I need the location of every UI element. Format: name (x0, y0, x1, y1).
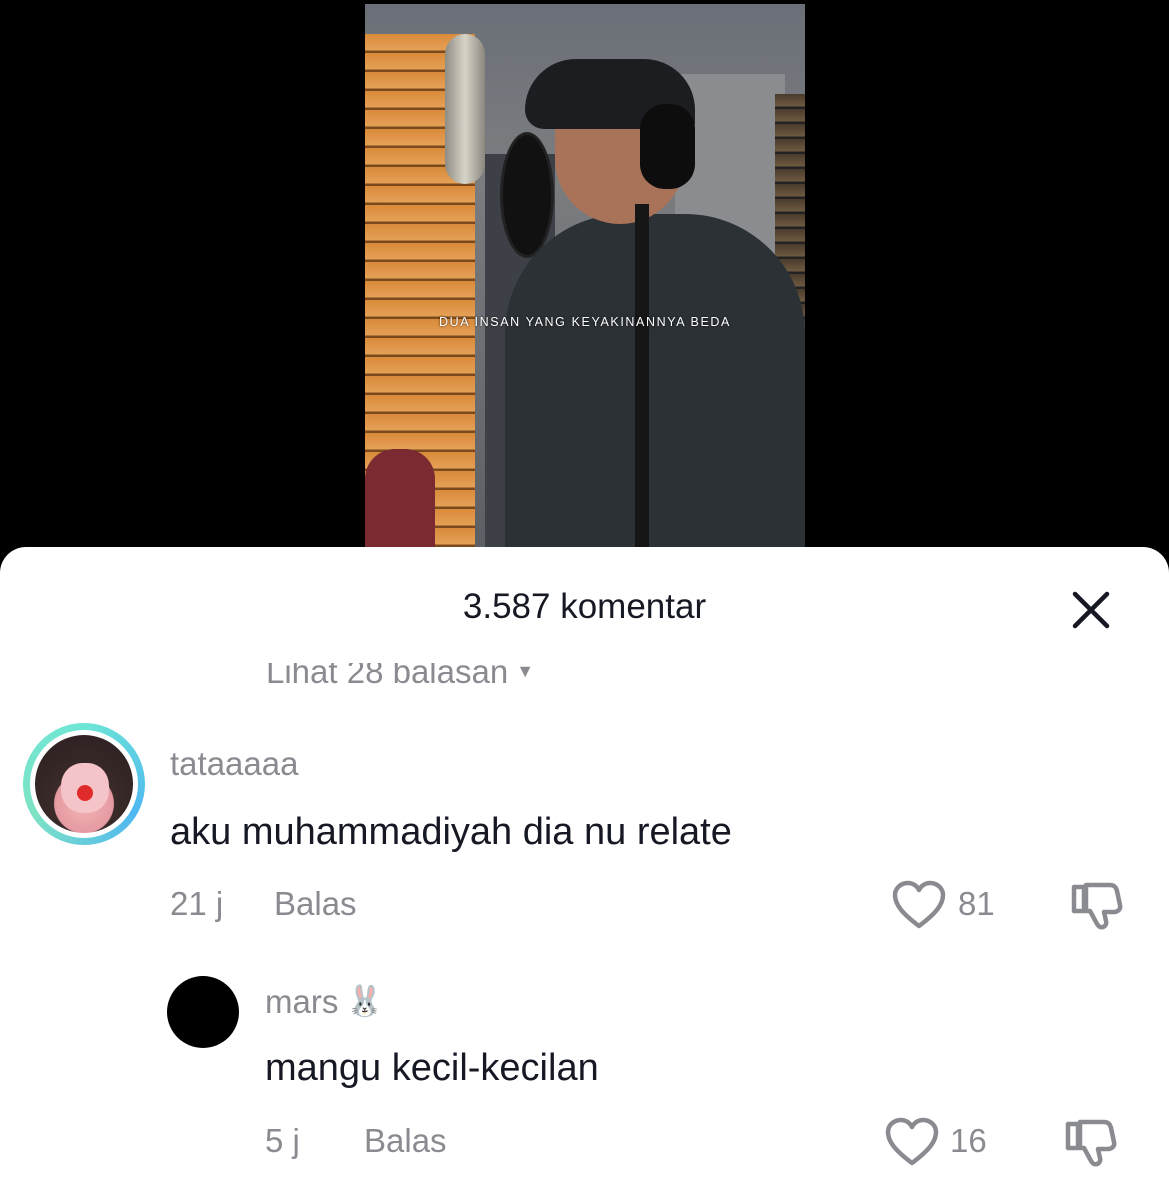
rabbit-emoji: 🐰 (346, 985, 384, 1018)
dislike-button[interactable] (1064, 1114, 1120, 1170)
headphones (640, 104, 695, 189)
comments-sheet: 3.587 komentar Lihat 28 balasan ▼ tataaaa… (0, 547, 1169, 1190)
thumbs-down-icon (1065, 1119, 1117, 1167)
heart-outline-icon (885, 1117, 939, 1166)
microphone (445, 34, 485, 184)
reply-button[interactable]: Balas (274, 885, 357, 923)
close-button[interactable] (1068, 587, 1114, 633)
mic-stand (635, 204, 649, 564)
avatar[interactable] (23, 723, 145, 845)
comment-time: 21 j (170, 885, 224, 922)
comment-text: aku muhammadiyah dia nu relate (170, 811, 732, 853)
reply-button[interactable]: Balas (364, 1122, 447, 1160)
username-text: mars (265, 983, 339, 1020)
video-caption: DUA INSAN YANG KEYAKINANNYA BEDA (438, 315, 731, 329)
comments-count-title: 3.587 komentar (462, 587, 707, 626)
chevron-down-icon: ▼ (516, 661, 535, 681)
like-count: 16 (950, 1122, 987, 1159)
avatar-image (35, 735, 133, 833)
thumbs-down-icon (1071, 882, 1123, 930)
comment-username[interactable]: tataaaaa (170, 745, 298, 783)
comment-username[interactable]: mars 🐰 (265, 983, 384, 1021)
avatar[interactable] (167, 976, 239, 1048)
video-player[interactable]: DUA INSAN YANG KEYAKINANNYA BEDA (365, 4, 805, 564)
pop-filter (500, 132, 554, 258)
singer-body (505, 214, 805, 564)
comment-time: 5 j (265, 1122, 300, 1159)
close-icon (1072, 591, 1110, 629)
like-count: 81 (958, 885, 995, 922)
heart-outline-icon (892, 880, 946, 929)
view-replies-link[interactable]: Lihat 28 balasan ▼ (266, 653, 535, 691)
view-replies-label: Lihat 28 balasan (266, 653, 509, 690)
dislike-button[interactable] (1070, 877, 1126, 933)
like-button[interactable] (891, 879, 947, 931)
like-button[interactable] (884, 1116, 940, 1168)
comment-text: mangu kecil-kecilan (265, 1047, 599, 1089)
